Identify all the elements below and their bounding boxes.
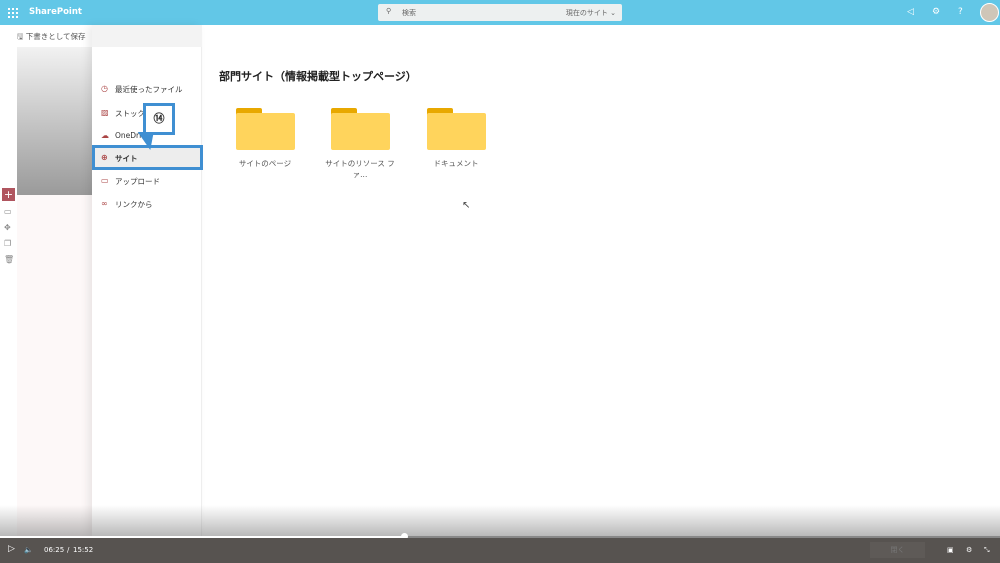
folder-item[interactable]: サイトのリソース ファ... xyxy=(320,108,400,180)
add-section-button[interactable]: + xyxy=(2,188,15,201)
duplicate-icon[interactable]: ❐ xyxy=(4,239,11,248)
left-strip xyxy=(0,47,17,537)
play-icon[interactable]: ▷ xyxy=(8,544,15,554)
search-placeholder: 検索 xyxy=(402,9,416,17)
help-icon[interactable]: ? xyxy=(958,7,963,17)
link-icon: ∞ xyxy=(101,199,108,208)
nav-label: アップロード xyxy=(115,177,160,186)
cloud-icon: ☁ xyxy=(101,131,109,140)
megaphone-icon[interactable]: ◁ xyxy=(907,7,914,17)
time-duration: 15:52 xyxy=(73,546,94,554)
panel-header xyxy=(92,25,202,47)
nav-upload[interactable]: ▭ アップロード xyxy=(92,170,202,192)
page-title: 部門サイト（情報掲載型トップページ） xyxy=(219,70,417,83)
search-scope-dropdown[interactable]: 現在のサイト ⌄ xyxy=(566,8,616,18)
settings-icon[interactable]: ⚙ xyxy=(966,546,972,554)
search-icon: ⚲ xyxy=(386,7,392,15)
comment-icon[interactable]: ▭ xyxy=(4,207,12,216)
volume-icon[interactable]: 🔈 xyxy=(24,546,33,554)
folder-label: ドキュメント xyxy=(433,159,479,168)
suite-header: SharePoint ⚲ 検索 現在のサイト ⌄ ◁ ⚙ ? xyxy=(0,0,1000,25)
clock-icon: ◷ xyxy=(101,84,108,93)
nav-label: 最近使ったファイル xyxy=(115,85,183,94)
hero-image xyxy=(17,47,92,195)
time-separator: / xyxy=(67,546,70,554)
time-current: 06:25 xyxy=(44,546,65,554)
laptop-icon: ▭ xyxy=(101,176,109,185)
save-icon: 🖫 xyxy=(17,32,24,41)
move-icon[interactable]: ✥ xyxy=(4,223,11,232)
search-box[interactable]: ⚲ 検索 現在のサイト ⌄ xyxy=(378,4,622,21)
nav-recent[interactable]: ◷ 最近使ったファイル xyxy=(92,78,202,100)
avatar[interactable] xyxy=(980,3,999,22)
annotation-callout: ⑭ xyxy=(143,103,175,135)
brand[interactable]: SharePoint xyxy=(29,7,82,17)
save-draft-label: 下書きとして保存 xyxy=(25,32,86,41)
subtitles-icon[interactable]: ▣ xyxy=(947,546,954,554)
nav-link[interactable]: ∞ リンクから xyxy=(92,193,202,215)
video-controls: ▷ 🔈 06:25 / 15:52 閉く ▣ ⚙ ⤡ xyxy=(0,538,1000,563)
folder-icon xyxy=(426,108,486,150)
nav-label: リンクから xyxy=(115,200,153,209)
folder-label: サイトのリソース ファ... xyxy=(325,159,395,179)
folder-icon xyxy=(235,108,295,150)
folder-item[interactable]: サイトのページ xyxy=(225,108,305,169)
waffle-icon[interactable] xyxy=(8,8,18,18)
close-button[interactable]: 閉く xyxy=(870,542,925,558)
gear-icon[interactable]: ⚙ xyxy=(932,7,940,17)
video-fade xyxy=(0,505,1000,538)
folder-label: サイトのページ xyxy=(238,159,292,168)
mouse-cursor-icon: ↖ xyxy=(462,200,471,211)
page-canvas xyxy=(17,195,92,537)
folder-item[interactable]: ドキュメント xyxy=(416,108,496,169)
nav-label: ストック xyxy=(115,109,145,118)
delete-icon[interactable]: 🗑 xyxy=(4,255,14,264)
image-icon: ▨ xyxy=(101,108,109,117)
search-scope-label: 現在のサイト xyxy=(565,9,608,17)
folder-icon xyxy=(330,108,390,150)
fullscreen-icon[interactable]: ⤡ xyxy=(984,546,990,555)
save-draft-button[interactable]: 🖫 下書きとして保存 xyxy=(17,31,86,44)
